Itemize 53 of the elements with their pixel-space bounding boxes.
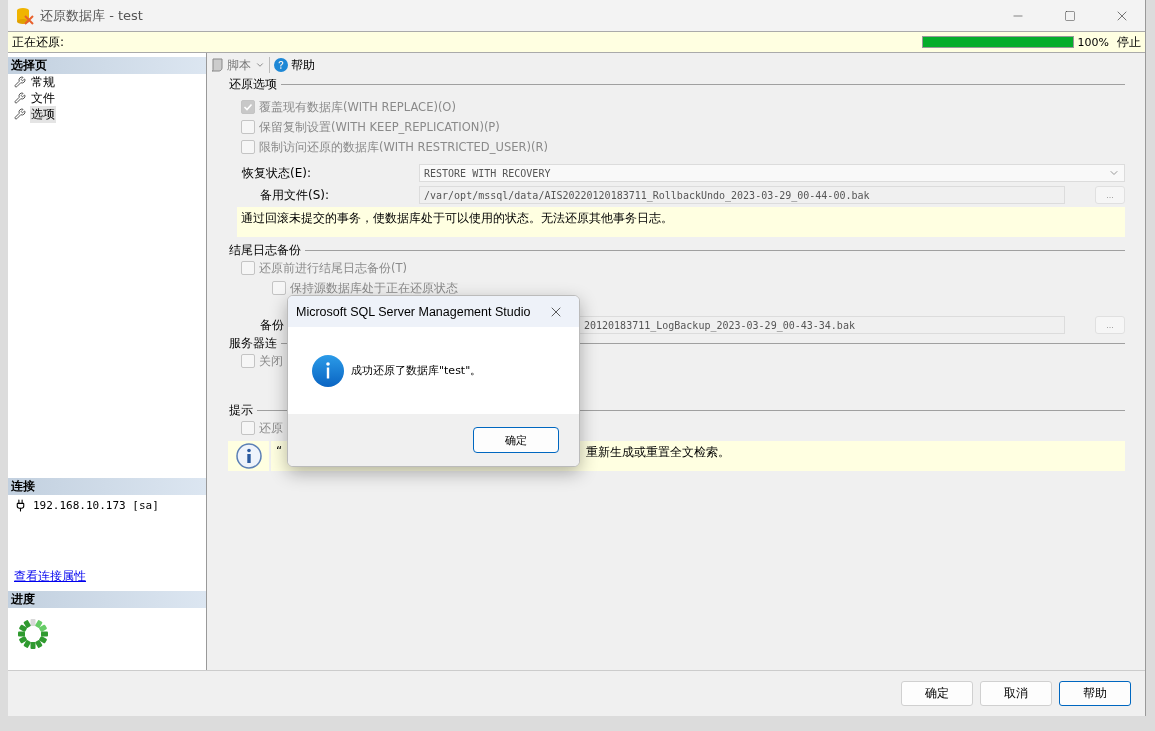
field-label: 备份: [259, 316, 285, 334]
tip-text: 重新生成或重置全文检索。: [586, 444, 731, 461]
field-label: 备用文件(S):: [259, 186, 331, 204]
checkbox-label: 保留复制设置(WITH KEEP_REPLICATION)(P): [259, 119, 500, 135]
window-title: 还原数据库 - test: [40, 6, 144, 25]
wrench-icon: [14, 92, 26, 104]
recovery-state-dropdown[interactable]: RESTORE WITH RECOVERY: [419, 164, 1125, 182]
description-text: 通过回滚未提交的事务，使数据库处于可以使用的状态。无法还原其他事务日志。: [237, 207, 1125, 237]
field-label: 恢复状态(E):: [241, 164, 312, 182]
progress-reading: 100%: [1077, 35, 1109, 49]
plug-icon: [14, 499, 27, 512]
stop-link[interactable]: 停止: [1117, 33, 1141, 51]
help-button[interactable]: 帮助: [274, 56, 315, 74]
dialog-title: Microsoft SQL Server Management Studio: [296, 304, 531, 319]
checkbox-label: 还原: [259, 420, 283, 436]
dialog-button[interactable]: 确定: [901, 681, 973, 706]
section-title: 还原选项: [229, 75, 277, 93]
database-icon: [16, 6, 34, 25]
maximize-icon[interactable]: [1064, 9, 1076, 22]
connection-properties-link[interactable]: 查看连接属性: [14, 568, 206, 585]
spinner-icon: [17, 618, 49, 650]
backup-file-field[interactable]: 20120183711_LogBackup_2023-03-29_00-43-34.bak: [579, 316, 1065, 334]
standby-file-field[interactable]: /var/opt/mssql/data/AIS20220120183711_RollbackUndo_2023-03-29_00-44-00.bak: [419, 186, 1065, 204]
script-button[interactable]: 脚本: [210, 56, 251, 74]
dialog-button[interactable]: 帮助: [1059, 681, 1131, 706]
scroll-icon: [210, 58, 224, 72]
section-header: 进度: [8, 591, 206, 608]
section-title: 提示: [229, 401, 253, 419]
info-icon: [312, 354, 344, 387]
dialog-button[interactable]: 取消: [980, 681, 1052, 706]
section-header: 选择页: [8, 57, 206, 74]
dropdown-caret-icon[interactable]: [255, 60, 265, 70]
section-header: 连接: [8, 478, 206, 495]
checkbox-label: 还原前进行结尾日志备份(T): [259, 260, 407, 276]
info-icon: [235, 443, 262, 469]
connection-text: 192.168.10.173 [sa]: [33, 499, 159, 512]
page-item[interactable]: 文件: [30, 89, 56, 107]
dialog-message: 成功还原了数据库"test"。: [351, 363, 482, 378]
section-title: 服务器连: [229, 334, 277, 352]
help-icon: [274, 58, 288, 72]
ok-button[interactable]: 确定: [473, 427, 559, 453]
tick-icon: [243, 102, 253, 112]
status-label: 正在还原:: [12, 33, 66, 51]
checkbox-label: 限制访问还原的数据库(WITH RESTRICTED_USER)(R): [259, 139, 548, 155]
checkbox-label: 覆盖现有数据库(WITH REPLACE)(O): [259, 99, 456, 115]
checkbox-label: 关闭: [259, 353, 283, 369]
wrench-icon: [14, 76, 26, 88]
tip-text: “: [276, 444, 283, 460]
checkbox-label: 保持源数据库处于正在还原状态: [290, 280, 458, 296]
wrench-icon: [14, 108, 26, 120]
page-item[interactable]: 选项: [30, 105, 56, 123]
page-item[interactable]: 常规: [30, 73, 56, 91]
section-title: 结尾日志备份: [229, 241, 301, 259]
